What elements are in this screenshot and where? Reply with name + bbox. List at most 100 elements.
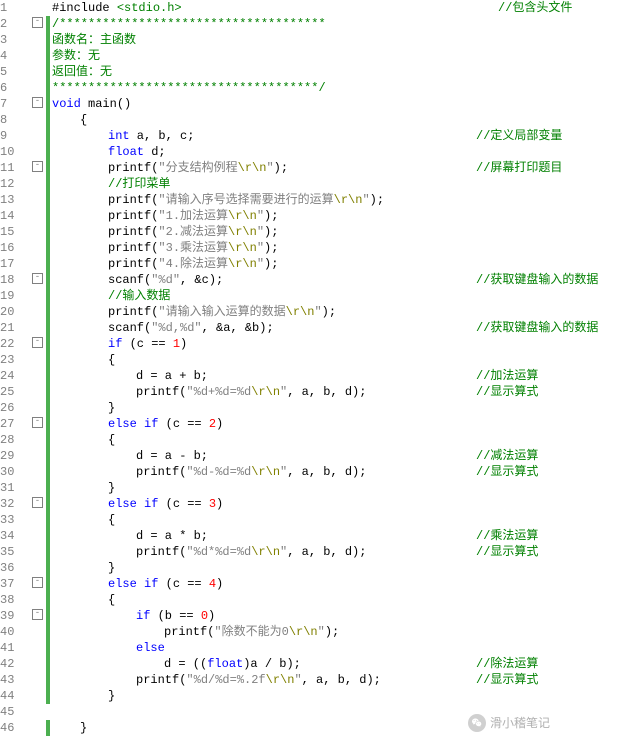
code-line[interactable]: int a, b, c;//定义局部变量 — [50, 128, 623, 144]
fold-gutter-cell — [32, 672, 46, 688]
code-line[interactable]: printf("请输入序号选择需要进行的运算\r\n"); — [50, 192, 623, 208]
code-line[interactable]: printf("%d/%d=%.2f\r\n", a, b, d);//显示算式 — [50, 672, 623, 688]
code-line[interactable]: *************************************/ — [50, 80, 623, 96]
line-number: 16 — [0, 240, 32, 256]
code-line[interactable]: d = ((float)a / b);//除法运算 — [50, 656, 623, 672]
fold-toggle-icon[interactable]: - — [32, 160, 46, 176]
inline-comment: //显示算式 — [476, 672, 538, 688]
fold-gutter-cell — [32, 128, 46, 144]
fold-toggle-icon[interactable]: - — [32, 96, 46, 112]
code-line[interactable]: //打印菜单 — [50, 176, 623, 192]
code-line[interactable]: d = a + b;//加法运算 — [50, 368, 623, 384]
inline-comment: //定义局部变量 — [476, 128, 562, 144]
fold-gutter-cell — [32, 432, 46, 448]
code-line[interactable]: printf("4.除法运算\r\n"); — [50, 256, 623, 272]
line-number: 37 — [0, 576, 32, 592]
code-line[interactable]: else if (c == 2) — [50, 416, 623, 432]
line-number: 32 — [0, 496, 32, 512]
fold-gutter-cell — [32, 288, 46, 304]
line-number: 42 — [0, 656, 32, 672]
code-line[interactable]: d = a * b;//乘法运算 — [50, 528, 623, 544]
line-number: 10 — [0, 144, 32, 160]
code-line[interactable]: } — [50, 400, 623, 416]
code-line[interactable]: scanf("%d", &c);//获取键盘输入的数据 — [50, 272, 623, 288]
code-line[interactable]: else if (c == 4) — [50, 576, 623, 592]
code-line[interactable]: { — [50, 592, 623, 608]
code-line[interactable]: printf("%d-%d=%d\r\n", a, b, d);//显示算式 — [50, 464, 623, 480]
line-number: 35 — [0, 544, 32, 560]
fold-gutter: - - - - - - - - - — [32, 0, 46, 736]
fold-gutter-cell — [32, 480, 46, 496]
fold-gutter-cell — [32, 464, 46, 480]
code-line[interactable]: } — [50, 560, 623, 576]
line-number: 11 — [0, 160, 32, 176]
line-number: 39 — [0, 608, 32, 624]
code-line[interactable]: { — [50, 432, 623, 448]
code-line[interactable]: { — [50, 112, 623, 128]
line-number: 31 — [0, 480, 32, 496]
line-number: 45 — [0, 704, 32, 720]
fold-gutter-cell — [32, 144, 46, 160]
fold-gutter-cell — [32, 112, 46, 128]
fold-gutter-cell — [32, 192, 46, 208]
code-line[interactable]: { — [50, 512, 623, 528]
code-line[interactable]: printf("2.减法运算\r\n"); — [50, 224, 623, 240]
line-number: 44 — [0, 688, 32, 704]
line-number: 9 — [0, 128, 32, 144]
code-line[interactable]: if (b == 0) — [50, 608, 623, 624]
code-line[interactable]: printf("分支结构例程\r\n");//屏幕打印题目 — [50, 160, 623, 176]
code-line[interactable]: printf("%d*%d=%d\r\n", a, b, d);//显示算式 — [50, 544, 623, 560]
code-line[interactable]: printf("请输入输入运算的数据\r\n"); — [50, 304, 623, 320]
fold-gutter-cell — [32, 512, 46, 528]
fold-gutter-cell — [32, 448, 46, 464]
wechat-icon — [468, 714, 486, 732]
fold-gutter-cell — [32, 224, 46, 240]
line-number: 38 — [0, 592, 32, 608]
inline-comment: //加法运算 — [476, 368, 538, 384]
code-line[interactable]: /************************************* — [50, 16, 623, 32]
code-line[interactable]: else if (c == 3) — [50, 496, 623, 512]
code-line[interactable]: if (c == 1) — [50, 336, 623, 352]
fold-gutter-cell — [32, 640, 46, 656]
fold-gutter-cell — [32, 176, 46, 192]
code-line[interactable]: printf("1.加法运算\r\n"); — [50, 208, 623, 224]
code-line[interactable]: } — [50, 688, 623, 704]
fold-gutter-cell — [32, 560, 46, 576]
inline-comment: //显示算式 — [476, 544, 538, 560]
code-line[interactable]: printf("%d+%d=%d\r\n", a, b, d);//显示算式 — [50, 384, 623, 400]
fold-gutter-cell — [32, 368, 46, 384]
code-line[interactable]: scanf("%d,%d", &a, &b);//获取键盘输入的数据 — [50, 320, 623, 336]
code-line[interactable]: //输入数据 — [50, 288, 623, 304]
code-line[interactable]: #include <stdio.h>//包含头文件 — [50, 0, 623, 16]
code-line[interactable]: d = a - b;//减法运算 — [50, 448, 623, 464]
code-line[interactable]: } — [50, 480, 623, 496]
code-line[interactable]: 返回值：无 — [50, 64, 623, 80]
inline-comment: //获取键盘输入的数据 — [476, 272, 598, 288]
fold-toggle-icon[interactable]: - — [32, 272, 46, 288]
code-line[interactable]: 参数：无 — [50, 48, 623, 64]
fold-gutter-cell — [32, 64, 46, 80]
line-number: 2 — [0, 16, 32, 32]
code-line[interactable]: else — [50, 640, 623, 656]
code-line[interactable]: void main() — [50, 96, 623, 112]
fold-toggle-icon[interactable]: - — [32, 576, 46, 592]
fold-gutter-cell — [32, 256, 46, 272]
fold-toggle-icon[interactable]: - — [32, 336, 46, 352]
code-editor: 1234567891011121314151617181920212223242… — [0, 0, 623, 736]
code-line[interactable]: printf("3.乘法运算\r\n"); — [50, 240, 623, 256]
code-line[interactable]: printf("除数不能为0\r\n"); — [50, 624, 623, 640]
fold-toggle-icon[interactable]: - — [32, 608, 46, 624]
line-number: 34 — [0, 528, 32, 544]
line-number: 17 — [0, 256, 32, 272]
fold-gutter-cell — [32, 384, 46, 400]
code-line[interactable]: { — [50, 352, 623, 368]
code-area[interactable]: #include <stdio.h>//包含头文件/**************… — [50, 0, 623, 736]
fold-toggle-icon[interactable]: - — [32, 496, 46, 512]
line-number: 20 — [0, 304, 32, 320]
code-line[interactable]: 函数名：主函数 — [50, 32, 623, 48]
code-line[interactable]: float d; — [50, 144, 623, 160]
fold-toggle-icon[interactable]: - — [32, 16, 46, 32]
fold-toggle-icon[interactable]: - — [32, 416, 46, 432]
inline-comment: //乘法运算 — [476, 528, 538, 544]
fold-gutter-cell — [32, 720, 46, 736]
